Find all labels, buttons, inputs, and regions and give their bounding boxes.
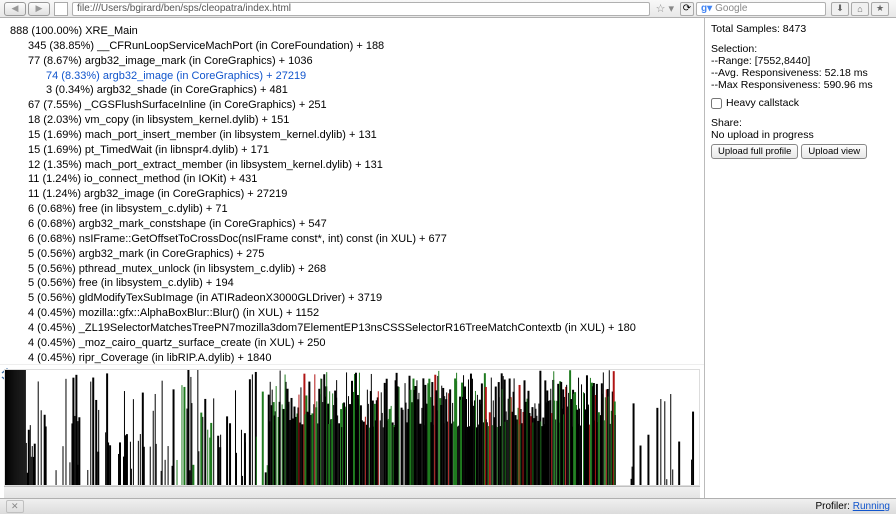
url-text: file:///Users/bgirard/ben/sps/cleopatra/… — [77, 3, 291, 14]
tree-row[interactable]: 4 (0.45%) _ZL19SelectorMatchesTreePN7moz… — [28, 321, 694, 336]
profiler-status: Profiler: Running — [816, 501, 891, 512]
url-bar[interactable]: file:///Users/bgirard/ben/sps/cleopatra/… — [72, 2, 650, 16]
tree-row[interactable]: 77 (8.67%) argb32_image_mark (in CoreGra… — [28, 54, 694, 69]
download-icon[interactable]: ⬇ — [831, 2, 849, 16]
bookmarks-icon[interactable]: ★ — [871, 2, 889, 16]
tree-row-selected[interactable]: 74 (8.33%) argb32_image (in CoreGraphics… — [46, 69, 694, 84]
avg-responsiveness: --Avg. Responsiveness: 52.18 ms — [711, 67, 890, 79]
dropdown-icon[interactable]: ▾ — [668, 2, 674, 15]
heavy-callstack-checkbox[interactable] — [711, 98, 722, 109]
profiler-running-link[interactable]: Running — [853, 501, 890, 512]
tree-spacer — [0, 364, 704, 365]
tree-row[interactable]: 11 (1.24%) io_connect_method (in IOKit) … — [28, 172, 694, 187]
upload-status: No upload in progress — [711, 129, 890, 141]
heavy-callstack-label: Heavy callstack — [726, 97, 799, 109]
share-label: Share: — [711, 117, 890, 129]
tree-row[interactable]: 6 (0.68%) free (in libsystem_c.dylib) + … — [28, 202, 694, 217]
tree-row[interactable]: 4 (0.45%) ripr_Coverage (in libRIP.A.dyl… — [28, 351, 694, 364]
tree-row[interactable]: 4 (0.45%) _moz_cairo_quartz_surface_crea… — [28, 336, 694, 351]
max-responsiveness: --Max Responsiveness: 590.96 ms — [711, 79, 890, 91]
left-pane: 888 (100.00%) XRE_Main 345 (38.85%) __CF… — [0, 18, 704, 498]
selection-range: --Range: [7552,8440] — [711, 55, 890, 67]
tree-row[interactable]: 5 (0.56%) gldModifyTexSubImage (in ATIRa… — [28, 291, 694, 306]
tree-row[interactable]: 888 (100.00%) XRE_Main — [10, 24, 694, 39]
status-bar: ✕ Profiler: Running — [0, 498, 896, 514]
tree-row[interactable]: 5 (0.56%) pthread_mutex_unlock (in libsy… — [28, 262, 694, 277]
selection-label: Selection: — [711, 43, 890, 55]
search-box[interactable]: g▾ Google — [696, 2, 826, 16]
tree-row[interactable]: 345 (38.85%) __CFRunLoopServiceMachPort … — [28, 39, 694, 54]
page-icon — [54, 2, 68, 16]
info-panel: Total Samples: 8473 Selection: --Range: … — [704, 18, 896, 498]
home-icon[interactable]: ⌂ — [851, 2, 869, 16]
histogram[interactable] — [4, 369, 700, 486]
upload-view-button[interactable]: Upload view — [801, 144, 867, 159]
tree-row[interactable]: 3 (0.34%) argb32_shade (in CoreGraphics)… — [46, 83, 694, 98]
tree-row[interactable]: 15 (1.69%) mach_port_insert_member (in l… — [28, 128, 694, 143]
back-button[interactable]: ◀ — [4, 2, 26, 16]
tree-row[interactable]: 67 (7.55%) _CGSFlushSurfaceInline (in Co… — [28, 98, 694, 113]
tree-row[interactable]: 4 (0.45%) mozilla::gfx::AlphaBoxBlur::Bl… — [28, 306, 694, 321]
tree-row[interactable]: 18 (2.03%) vm_copy (in libsystem_kernel.… — [28, 113, 694, 128]
google-icon: g▾ — [701, 3, 712, 14]
bookmark-area: ☆ ▾ — [652, 2, 678, 15]
total-samples: Total Samples: 8473 — [711, 23, 890, 35]
tree-row[interactable]: 15 (1.69%) pt_TimedWait (in libnspr4.dyl… — [28, 143, 694, 158]
tree-row[interactable]: 12 (1.35%) mach_port_extract_member (in … — [28, 158, 694, 173]
tree-row[interactable]: 6 (0.68%) argb32_mark_constshape (in Cor… — [28, 217, 694, 232]
browser-toolbar: ◀ ▶ file:///Users/bgirard/ben/sps/cleopa… — [0, 0, 896, 18]
tree-row[interactable]: 5 (0.56%) free (in libsystem_c.dylib) + … — [28, 276, 694, 291]
close-icon[interactable]: ✕ — [6, 500, 24, 513]
refresh-button[interactable]: ⟳ — [680, 2, 694, 16]
upload-full-button[interactable]: Upload full profile — [711, 144, 798, 159]
call-tree[interactable]: 888 (100.00%) XRE_Main 345 (38.85%) __CF… — [0, 18, 704, 364]
tree-row[interactable]: 5 (0.56%) argb32_mark (in CoreGraphics) … — [28, 247, 694, 262]
forward-button[interactable]: ▶ — [28, 2, 50, 16]
bookmark-star-icon[interactable]: ☆ — [656, 2, 666, 15]
tree-row[interactable]: 11 (1.24%) argb32_image (in CoreGraphics… — [28, 187, 694, 202]
tree-row[interactable]: 6 (0.68%) nsIFrame::GetOffsetToCrossDoc(… — [28, 232, 694, 247]
search-placeholder: Google — [715, 3, 747, 14]
horizontal-scrollbar[interactable] — [4, 486, 700, 498]
